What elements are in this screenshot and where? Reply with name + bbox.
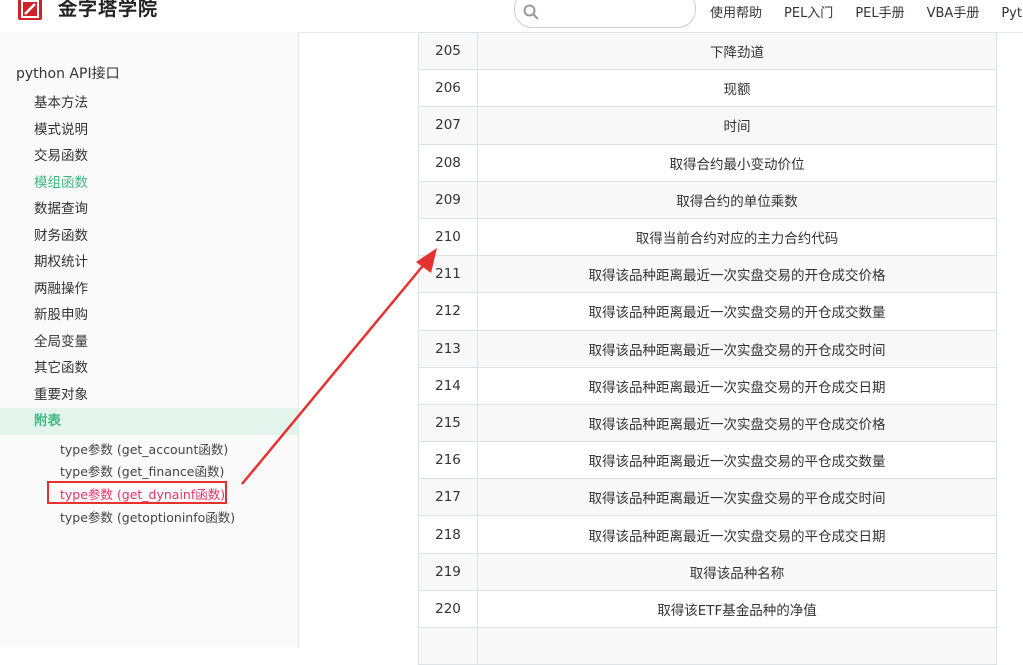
table-row: 206 现额 [418, 69, 997, 108]
sidebar-item[interactable]: 期权统计 [0, 249, 298, 276]
table-cell-number: 206 [418, 69, 478, 108]
nav-link[interactable]: VBA手册 [927, 2, 980, 21]
sidebar-sub-item-label: type参数 (get_dynainf函数) [60, 486, 226, 502]
table-cell-number: 209 [418, 180, 478, 219]
sidebar-item[interactable]: 基本方法 [0, 90, 298, 117]
table-cell-description: 取得合约的单位乘数 [477, 180, 997, 219]
nav-link[interactable]: Pytho [1001, 6, 1023, 21]
sidebar-item[interactable]: 财务函数 [0, 223, 298, 250]
sidebar-title[interactable]: python API接口 [16, 63, 120, 83]
table-cell-number: 212 [418, 292, 478, 331]
sidebar: python API接口 基本方法 模式说明 交易函数 模组函数 数据查询 财务函数 期权统… [0, 32, 299, 647]
table-cell-number: 220 [418, 589, 478, 629]
table-cell-description: 取得该品种距离最近一次实盘交易的开仓成交数量 [477, 292, 997, 331]
table-row: 215 取得该品种距离最近一次实盘交易的平仓成交价格 [418, 403, 997, 443]
sidebar-item[interactable]: 两融操作 [0, 276, 298, 303]
table-cell-description: 取得当前合约对应的主力合约代码 [477, 217, 997, 257]
table-cell-description: 取得合约最小变动价位 [477, 143, 997, 182]
sidebar-item[interactable]: 重要对象 [0, 382, 298, 409]
sidebar-sub-list: type参数 (get_account函数) type参数 (get_financ… [0, 435, 298, 530]
sidebar-sub-item-label: type参数 (get_finance函数) [60, 464, 225, 480]
table-cell-description: 取得该品种距离最近一次实盘交易的平仓成交时间 [477, 478, 997, 517]
search-icon [523, 4, 539, 20]
table-cell-description: 取得该ETF基金品种的净值 [477, 589, 997, 629]
nav-link[interactable]: PEL手册 [855, 2, 904, 21]
sidebar-sub-item-label: type参数 (getoptioninfo函数) [60, 509, 236, 525]
sidebar-item[interactable]: 新股申购 [0, 302, 298, 329]
table-row: 212 取得该品种距离最近一次实盘交易的开仓成交数量 [418, 292, 997, 331]
sidebar-item[interactable]: 附表 [0, 408, 298, 435]
table-row: 213 取得该品种距离最近一次实盘交易的开仓成交时间 [418, 329, 997, 368]
table-row: 219 取得该品种名称 [418, 552, 997, 591]
table-row: 208 取得合约最小变动价位 [418, 143, 997, 182]
sidebar-sub-item-label: type参数 (get_account函数) [60, 441, 229, 457]
table-cell-number: 219 [418, 552, 478, 591]
table-row: 216 取得该品种距离最近一次实盘交易的平仓成交数量 [418, 441, 997, 480]
sidebar-sub-item[interactable]: type参数 (get_dynainf函数) [0, 480, 298, 507]
table-row: 217 取得该品种距离最近一次实盘交易的平仓成交时间 [418, 478, 997, 517]
nav-link[interactable]: 使用帮助 [710, 2, 762, 21]
table-cell-number: 217 [418, 478, 478, 517]
table-cell-description: 取得该品种距离最近一次实盘交易的平仓成交日期 [477, 515, 997, 554]
table-row: 211 取得该品种距离最近一次实盘交易的开仓成交价格 [418, 255, 997, 294]
table-row: 209 取得合约的单位乘数 [418, 180, 997, 219]
sidebar-item[interactable]: 数据查询 [0, 196, 298, 223]
table-cell-description: 时间 [477, 106, 997, 145]
table-cell-number: 218 [418, 515, 478, 554]
table-row: 210 取得当前合约对应的主力合约代码 [418, 217, 997, 257]
table-cell-number [418, 626, 478, 665]
table-cell-number: 208 [418, 143, 478, 182]
param-table: 205 下降劲道 206 现额 207 时间 208 取得合约最小变动价位 209 取得合约的单位… [418, 31, 997, 665]
table-row: 218 取得该品种距离最近一次实盘交易的平仓成交日期 [418, 515, 997, 554]
table-row: 207 时间 [418, 106, 997, 145]
sidebar-item[interactable]: 全局变量 [0, 329, 298, 356]
table-cell-description [477, 626, 997, 665]
search-input[interactable] [514, 0, 696, 28]
sidebar-item[interactable]: 模组函数 [0, 170, 298, 197]
table-row [418, 626, 997, 665]
table-row: 214 取得该品种距离最近一次实盘交易的开仓成交日期 [418, 366, 997, 405]
table-cell-number: 213 [418, 329, 478, 368]
sidebar-sub-item[interactable]: type参数 (get_account函数) [0, 439, 298, 462]
table-cell-description: 取得该品种距离最近一次实盘交易的平仓成交价格 [477, 403, 997, 443]
table-cell-number: 215 [418, 403, 478, 443]
sidebar-item[interactable]: 模式说明 [0, 117, 298, 144]
table-cell-description: 下降劲道 [477, 31, 997, 71]
table-row: 220 取得该ETF基金品种的净值 [418, 589, 997, 629]
table-cell-number: 205 [418, 31, 478, 71]
table-cell-number: 210 [418, 217, 478, 257]
table-cell-description: 取得该品种距离最近一次实盘交易的开仓成交日期 [477, 366, 997, 405]
table-cell-description: 取得该品种距离最近一次实盘交易的开仓成交时间 [477, 329, 997, 368]
table-cell-description: 现额 [477, 69, 997, 108]
nav-link[interactable]: PEL入门 [784, 2, 833, 21]
table-cell-number: 207 [418, 106, 478, 145]
top-nav: 使用帮助 PEL入门 PEL手册 VBA手册 Pytho [710, 2, 1023, 21]
sidebar-item[interactable]: 其它函数 [0, 355, 298, 382]
sidebar-sub-item[interactable]: type参数 (getoptioninfo函数) [0, 507, 298, 530]
table-cell-description: 取得该品种距离最近一次实盘交易的开仓成交价格 [477, 255, 997, 294]
table-cell-number: 214 [418, 366, 478, 405]
site-logo-text[interactable]: 金字塔学院 [58, 0, 158, 21]
sidebar-list: 基本方法 模式说明 交易函数 模组函数 数据查询 财务函数 期权统计 两融操作 新股申购 全局变量… [0, 90, 298, 529]
table-row: 205 下降劲道 [418, 31, 997, 71]
table-cell-number: 216 [418, 441, 478, 480]
logo-icon[interactable] [18, 0, 42, 20]
table-cell-number: 211 [418, 255, 478, 294]
sidebar-item[interactable]: 交易函数 [0, 143, 298, 170]
table-cell-description: 取得该品种名称 [477, 552, 997, 591]
table-cell-description: 取得该品种距离最近一次实盘交易的平仓成交数量 [477, 441, 997, 480]
top-header: 金字塔学院 使用帮助 PEL入门 PEL手册 VBA手册 Pytho [0, 0, 1023, 33]
